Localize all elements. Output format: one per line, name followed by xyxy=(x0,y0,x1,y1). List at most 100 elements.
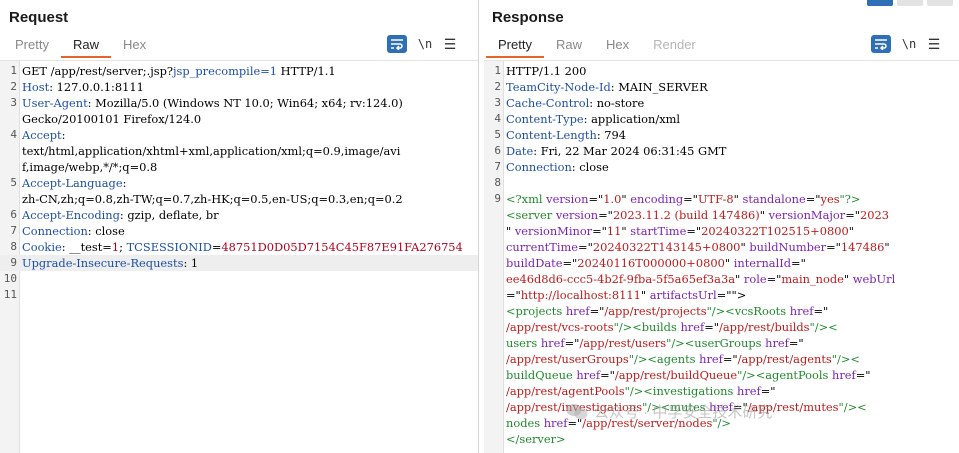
code-token: ; xyxy=(119,240,127,254)
code-token: " xyxy=(843,272,853,286)
response-code-line: /app/rest/userGroups"/><agents href="/ap… xyxy=(484,351,959,367)
code-token: standalone xyxy=(742,192,806,206)
code-token: Accept-Language xyxy=(22,176,123,190)
layout-side-by-side-icon[interactable] xyxy=(867,0,893,6)
response-code-line: buildQueue href="/app/rest/buildQueue"/>… xyxy=(484,367,959,383)
line-code: currentTime="20240322T143145+0800" build… xyxy=(506,239,951,255)
code-token: 20240322T143145+0800 xyxy=(592,240,741,254)
word-wrap-toggle-icon[interactable] xyxy=(387,35,407,53)
line-code: </server> xyxy=(506,431,951,447)
request-toolbar: \n ☰ xyxy=(387,35,457,53)
line-number: 4 xyxy=(494,112,501,125)
response-tab-render[interactable]: Render xyxy=(641,36,708,58)
code-token: Connection xyxy=(22,224,88,238)
line-code: zh-CN,zh;q=0.8,zh-TW;q=0.7,zh-HK;q=0.5,e… xyxy=(22,191,470,207)
line-code: text/html,application/xhtml+xml,applicat… xyxy=(22,143,470,159)
newline-toggle-button[interactable]: \n xyxy=(901,37,917,51)
code-token: <?xml xyxy=(506,192,547,206)
request-code-line: 3 User-Agent: Mozilla/5.0 (Windows NT 10.… xyxy=(0,95,478,111)
menu-icon[interactable]: ☰ xyxy=(443,36,457,53)
code-token: artifactsUrl xyxy=(649,288,717,302)
request-tab-pretty[interactable]: Pretty xyxy=(3,36,61,58)
line-code: TeamCity-Node-Id: MAIN_SERVER xyxy=(506,79,951,95)
response-code-line: </server> xyxy=(484,431,959,447)
line-code: <?xml version="1.0" encoding="UTF-8" sta… xyxy=(506,191,951,207)
response-tabs: Pretty Raw Hex Render xyxy=(486,36,708,58)
response-tab-raw[interactable]: Raw xyxy=(544,36,594,58)
code-token: /app/rest/agents xyxy=(737,352,832,366)
line-code: HTTP/1.1 200 xyxy=(506,63,951,79)
code-token: href xyxy=(680,320,705,334)
line-number: 7 xyxy=(494,160,501,173)
code-token: Accept-Encoding xyxy=(22,208,120,222)
code-token: : close xyxy=(571,160,609,174)
code-token: Cache-Control xyxy=(506,96,590,110)
request-code-line: text/html,application/xhtml+xml,applicat… xyxy=(0,143,478,159)
code-token: " xyxy=(735,272,744,286)
code-token: href xyxy=(543,416,568,430)
code-token: =" xyxy=(506,288,521,302)
response-code-line: 7 Connection: close xyxy=(484,159,959,175)
code-token: : gzip, deflate, br xyxy=(119,208,219,222)
layout-tabs-icon[interactable] xyxy=(927,0,953,6)
response-toolbar: \n ☰ xyxy=(871,35,941,53)
response-code-line: 4 Content-Type: application/xml xyxy=(484,111,959,127)
request-editor[interactable]: 1 GET /app/rest/server;.jsp?jsp_precompil… xyxy=(0,60,478,453)
code-token: 147486 xyxy=(840,240,885,254)
code-token: ee46d8d6-ccc5-4b2f-9fba-5f5a65ef3a3a xyxy=(506,272,736,286)
response-code-line: buildDate="20240116T000000+0800" interna… xyxy=(484,255,959,271)
code-token: versionMinor xyxy=(514,224,593,238)
line-code: Date: Fri, 22 Mar 2024 06:31:45 GMT xyxy=(506,143,951,159)
code-token: =" xyxy=(722,352,738,366)
request-tab-raw[interactable]: Raw xyxy=(60,36,111,58)
code-token: /app/rest/userGroups xyxy=(506,352,629,366)
code-token: HTTP/1.1 xyxy=(277,64,336,78)
code-token: UTF-8 xyxy=(697,192,734,206)
code-token: <server xyxy=(506,208,556,222)
code-token: " xyxy=(759,208,769,222)
code-token: webUrl xyxy=(852,272,896,286)
code-token: =" xyxy=(588,192,604,206)
response-editor[interactable]: 1 HTTP/1.1 200 2 TeamCity-Node-Id: MAIN_SER… xyxy=(484,60,959,453)
code-token: href xyxy=(737,384,761,398)
code-token: href xyxy=(699,352,723,366)
line-number: 5 xyxy=(10,176,17,189)
code-token: Host xyxy=(22,80,50,94)
code-token: : __test= xyxy=(61,240,112,254)
code-token: 2023 xyxy=(860,208,889,222)
code-token: =" xyxy=(567,416,583,430)
line-code: Upgrade-Insecure-Requests: 1 xyxy=(22,255,470,271)
line-code: /app/rest/userGroups"/><agents href="/ap… xyxy=(506,351,951,367)
code-token: : close xyxy=(87,224,125,238)
layout-vertical-icon[interactable] xyxy=(897,0,923,6)
request-code-line: 9 Upgrade-Insecure-Requests: 1 xyxy=(0,255,478,271)
code-token: : 127.0.0.1:8111 xyxy=(49,80,144,94)
code-token: User-Agent xyxy=(22,96,88,110)
code-token: href xyxy=(832,368,856,382)
response-tab-pretty[interactable]: Pretty xyxy=(486,36,544,58)
code-token: "/>< xyxy=(831,352,860,366)
code-token: Upgrade-Insecure-Requests xyxy=(22,256,184,270)
code-token: main_node xyxy=(781,272,844,286)
line-number: 9 xyxy=(494,192,501,205)
code-token: Content-Type xyxy=(506,112,584,126)
code-token: GET /app/rest/server;.jsp? xyxy=(22,64,174,78)
response-tab-hex[interactable]: Hex xyxy=(594,36,641,58)
code-token: =" xyxy=(788,336,804,350)
line-code: f,image/webp,*/*;q=0.8 xyxy=(22,159,470,175)
code-token: role xyxy=(743,272,767,286)
code-token: : Fri, 22 Mar 2024 06:31:45 GMT xyxy=(533,144,727,158)
line-code: <server version="2023.11.2 (build 147486… xyxy=(506,207,951,223)
code-token: TCSESSIONID xyxy=(126,240,212,254)
request-tab-hex[interactable]: Hex xyxy=(111,36,158,58)
request-code-line: 5 Accept-Language: xyxy=(0,175,478,191)
response-code-line: nodes href="/app/rest/server/nodes"/> xyxy=(484,415,959,431)
response-lines: 1 HTTP/1.1 200 2 TeamCity-Node-Id: MAIN_SER… xyxy=(484,63,959,447)
line-code: User-Agent: Mozilla/5.0 (Windows NT 10.0… xyxy=(22,95,470,111)
word-wrap-toggle-icon[interactable] xyxy=(871,35,891,53)
newline-toggle-button[interactable]: \n xyxy=(417,37,433,51)
code-token: =" xyxy=(683,192,698,206)
line-number: 9 xyxy=(10,256,17,269)
menu-icon[interactable]: ☰ xyxy=(927,36,941,53)
code-token: : MAIN_SERVER xyxy=(610,80,708,94)
